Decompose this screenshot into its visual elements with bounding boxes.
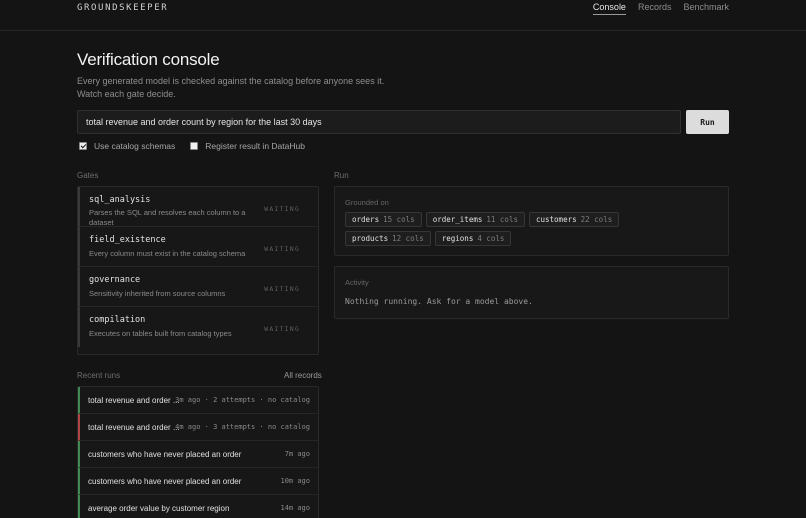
gates-label: Gates bbox=[77, 171, 99, 180]
dataset-count: 15 cols bbox=[383, 215, 415, 224]
dataset-chip: products 12 cols bbox=[345, 231, 431, 246]
dataset-count: 4 cols bbox=[477, 234, 505, 243]
gate-desc: Sensitivity inherited from source column… bbox=[89, 289, 226, 298]
gates-list: sql_analysis Parses the SQL and resolves… bbox=[77, 186, 319, 355]
dataset-chip: customers 22 cols bbox=[528, 212, 620, 227]
nav-records[interactable]: Records bbox=[638, 2, 672, 15]
dataset-name: order_items bbox=[432, 215, 483, 224]
activity-panel: Activity Nothing running. Ask for a mode… bbox=[334, 266, 729, 319]
run-row[interactable]: average order value by customer region 1… bbox=[78, 495, 318, 518]
run-query: total revenue and order ... bbox=[88, 396, 180, 405]
register-datahub-checkbox[interactable] bbox=[190, 142, 199, 150]
dataset-chip: regions 4 cols bbox=[434, 231, 512, 246]
all-records-link[interactable]: All records bbox=[284, 371, 322, 380]
dataset-name: customers bbox=[535, 215, 577, 224]
activity-label: Activity bbox=[345, 278, 369, 287]
query-input[interactable] bbox=[77, 110, 681, 134]
run-query: average order value by customer region bbox=[88, 504, 230, 513]
dataset-count: 12 cols bbox=[392, 234, 424, 243]
dataset-count: 11 cols bbox=[486, 215, 518, 224]
gate-status: WAITING bbox=[264, 285, 300, 293]
recent-runs-list: total revenue and order ... 3m ago · 2 a… bbox=[77, 386, 319, 518]
gate-sql-analysis: sql_analysis Parses the SQL and resolves… bbox=[78, 187, 318, 227]
grounded-panel: Grounded on orders 15 cols order_items 11 … bbox=[334, 186, 729, 256]
dataset-name: regions bbox=[441, 234, 474, 243]
gate-field-existence: field_existence Every column must exist … bbox=[78, 227, 318, 267]
options-row: Use catalog schemas Register result in D… bbox=[79, 141, 320, 151]
subtitle-line-1: Every generated model is checked against… bbox=[77, 76, 385, 86]
gate-desc: Every column must exist in the catalog s… bbox=[89, 249, 246, 258]
run-meta: 7m ago bbox=[284, 450, 310, 458]
run-meta: 10m ago bbox=[280, 477, 310, 485]
page-subtitle: Every generated model is checked against… bbox=[77, 75, 397, 101]
register-datahub-option[interactable]: Register result in DataHub bbox=[190, 141, 305, 151]
gate-governance: governance Sensitivity inherited from so… bbox=[78, 267, 318, 307]
recent-runs-label: Recent runs bbox=[77, 371, 121, 380]
subtitle-line-2: Watch each gate decide. bbox=[77, 89, 176, 99]
run-query: customers who have never placed an order bbox=[88, 450, 242, 459]
use-catalog-schemas-checkbox[interactable] bbox=[79, 142, 87, 150]
main-nav: Console Records Benchmark bbox=[581, 2, 729, 15]
run-row[interactable]: customers who have never placed an order… bbox=[78, 468, 318, 495]
run-query: total revenue and order ... bbox=[88, 423, 180, 432]
gate-name: sql_analysis bbox=[89, 195, 151, 205]
dataset-chip: orders 15 cols bbox=[345, 212, 422, 227]
run-row[interactable]: total revenue and order ... 3m ago · 2 a… bbox=[78, 387, 318, 414]
dataset-count: 22 cols bbox=[580, 215, 613, 224]
dataset-chip: order_items 11 cols bbox=[425, 212, 525, 227]
run-button[interactable]: Run bbox=[686, 110, 729, 134]
dataset-name: products bbox=[352, 234, 389, 243]
use-catalog-schemas-option[interactable]: Use catalog schemas bbox=[79, 141, 175, 151]
dataset-chips: orders 15 cols order_items 11 cols custome… bbox=[345, 212, 705, 250]
run-query: customers who have never placed an order bbox=[88, 477, 242, 486]
run-label: Run bbox=[334, 171, 349, 180]
gate-desc: Executes on tables built from catalog ty… bbox=[89, 329, 232, 338]
gate-desc: Parses the SQL and resolves each column … bbox=[89, 208, 246, 227]
run-meta: 14m ago bbox=[280, 504, 310, 512]
gate-name: governance bbox=[89, 275, 141, 285]
gate-status: WAITING bbox=[264, 205, 300, 213]
dataset-name: orders bbox=[352, 215, 380, 224]
run-row[interactable]: customers who have never placed an order… bbox=[78, 441, 318, 468]
run-meta: 3m ago · 2 attempts · no catalog bbox=[175, 396, 310, 404]
brand-logo: GROUNDSKEEPER bbox=[77, 3, 169, 13]
nav-benchmark[interactable]: Benchmark bbox=[683, 2, 729, 15]
gate-status: WAITING bbox=[264, 245, 300, 253]
gate-compilation: compilation Executes on tables built fro… bbox=[78, 307, 318, 347]
top-bar: GROUNDSKEEPER Console Records Benchmark bbox=[0, 0, 806, 31]
gate-name: compilation bbox=[89, 315, 146, 325]
run-row[interactable]: total revenue and order ... 4m ago · 3 a… bbox=[78, 414, 318, 441]
nav-console[interactable]: Console bbox=[592, 2, 626, 15]
gate-status: WAITING bbox=[264, 325, 300, 333]
use-catalog-schemas-label: Use catalog schemas bbox=[94, 141, 176, 151]
register-datahub-label: Register result in DataHub bbox=[205, 141, 305, 151]
gate-name: field_existence bbox=[89, 235, 166, 245]
grounded-label: Grounded on bbox=[345, 198, 389, 207]
page-title: Verification console bbox=[77, 50, 220, 69]
activity-text: Nothing running. Ask for a model above. bbox=[345, 297, 533, 306]
run-meta: 4m ago · 3 attempts · no catalog bbox=[175, 423, 310, 431]
